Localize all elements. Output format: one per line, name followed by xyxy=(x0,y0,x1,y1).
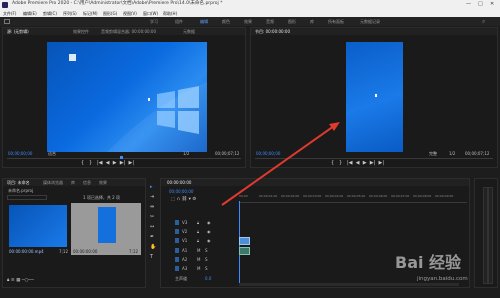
watermark: Bai 经验 jingyan.baidu.com xyxy=(395,254,495,294)
watermark-subtext: jingyan.baidu.com xyxy=(417,276,468,282)
watermark-text: Bai 经验 xyxy=(395,253,462,272)
